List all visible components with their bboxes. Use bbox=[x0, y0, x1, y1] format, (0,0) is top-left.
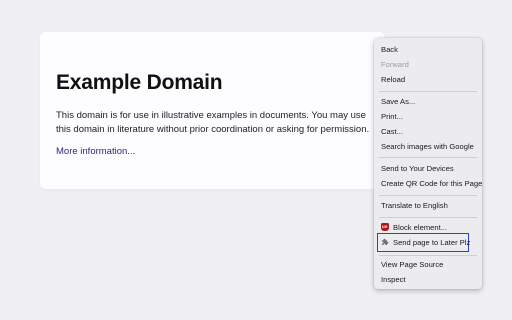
menu-separator bbox=[379, 91, 477, 92]
menu-item-back[interactable]: Back bbox=[381, 43, 398, 56]
page-content-card: Example Domain This domain is for use in… bbox=[40, 32, 385, 189]
menu-item-print[interactable]: Print... bbox=[381, 110, 403, 123]
page-heading: Example Domain bbox=[56, 71, 223, 94]
page-paragraph: This domain is for use in illustrative e… bbox=[56, 110, 370, 135]
menu-item-translate[interactable]: Translate to English bbox=[381, 199, 448, 212]
ublock-origin-icon bbox=[381, 223, 389, 231]
menu-item-search-images[interactable]: Search images with Google bbox=[381, 140, 474, 153]
menu-item-save-as[interactable]: Save As... bbox=[381, 95, 415, 108]
menu-separator bbox=[379, 157, 477, 158]
menu-item-cast[interactable]: Cast... bbox=[381, 125, 403, 138]
menu-item-create-qr-code[interactable]: Create QR Code for this Page bbox=[381, 177, 482, 190]
puzzle-piece-icon bbox=[381, 238, 389, 246]
menu-item-send-page-to-later-label: Send page to Later Plz bbox=[393, 238, 471, 247]
menu-item-forward[interactable]: Forward bbox=[381, 58, 409, 71]
menu-item-reload[interactable]: Reload bbox=[381, 73, 405, 86]
more-information-link[interactable]: More information... bbox=[56, 146, 135, 157]
menu-item-block-element-label: Block element... bbox=[393, 223, 448, 232]
menu-item-send-to-devices[interactable]: Send to Your Devices bbox=[381, 162, 454, 175]
menu-separator bbox=[379, 255, 477, 256]
menu-item-send-page-to-later[interactable]: Send page to Later Plz bbox=[381, 236, 470, 249]
menu-separator bbox=[379, 195, 477, 196]
context-menu: Back Forward Reload Save As... Print... … bbox=[374, 38, 482, 289]
menu-item-view-page-source[interactable]: View Page Source bbox=[381, 258, 443, 271]
menu-item-inspect[interactable]: Inspect bbox=[381, 273, 405, 286]
menu-separator bbox=[379, 217, 477, 218]
